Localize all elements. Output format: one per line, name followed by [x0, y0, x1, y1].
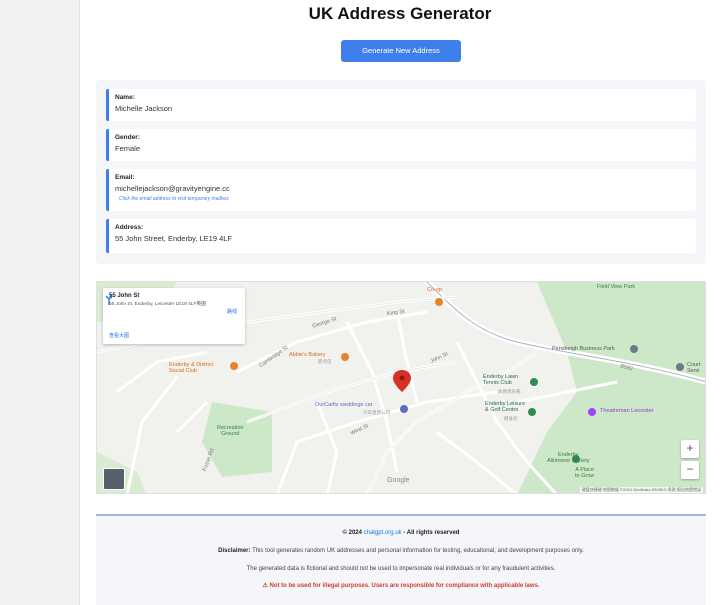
generate-new-address-button[interactable]: Generate New Address: [341, 40, 461, 62]
map-label-bakery: Abbie's Bakery: [289, 352, 326, 358]
name-value[interactable]: Michelle Jackson: [115, 104, 696, 113]
email-mailbox-link[interactable]: Click the email address to visit tempora…: [119, 196, 696, 202]
fictional-data-notice: The generated data is fictional and shou…: [246, 566, 556, 572]
left-sidebar-strip: [0, 0, 80, 605]
main-content: UK Address Generator Generate New Addres…: [80, 0, 720, 605]
copyright-prefix: © 2024: [342, 530, 362, 536]
name-label: Name:: [115, 94, 135, 101]
address-card: Address: 55 John Street, Enderby, LE19 4…: [106, 219, 696, 253]
map-label-recreation: Recreation Ground: [217, 425, 244, 437]
map-label-allotment: Enderby Allotment Society: [547, 452, 590, 464]
map-label-enderby-leisure-cn: 健身房: [504, 416, 518, 421]
map-label-a-place: A Place to Grow: [575, 467, 595, 479]
site-footer: © 2024 chatgpt.org.uk - All rights reser…: [96, 514, 706, 605]
disclaimer-line: Disclaimer: This tool generates random U…: [96, 548, 706, 554]
map-label-bakery-cn: 糕点店: [318, 359, 332, 364]
page-title: UK Address Generator: [308, 4, 492, 23]
result-panel: Name: Michelle Jackson Gender: Female Em…: [96, 80, 706, 264]
address-label: Address:: [115, 224, 144, 231]
email-label: Email:: [115, 174, 135, 181]
disclaimer-label: Disclaimer:: [218, 548, 251, 554]
disclaimer-text: This tool generates random UK addresses …: [252, 548, 584, 554]
directions-icon[interactable]: [103, 294, 115, 306]
map-place-card: 55 John St 55 John St, Enderby, Leiceste…: [103, 288, 245, 344]
map-label-enderby-leisure: Enderby Leisure & Golf Centre: [485, 401, 526, 413]
map-label-ourcarfix: OurCarfix weddings car: [315, 402, 373, 408]
embedded-map[interactable]: Field View Park Pensbeigh Business Park …: [96, 281, 706, 494]
copyright-line: © 2024 chatgpt.org.uk - All rights reser…: [96, 530, 706, 536]
name-card: Name: Michelle Jackson: [106, 89, 696, 121]
map-attribution[interactable]: 键盘快捷键 地图数据 ©2024 GeoBasis-DE/BKG 条款 报告地图…: [579, 487, 703, 493]
map-label-enderby-lawn-cn: 体育俱乐部: [498, 389, 521, 394]
gender-value[interactable]: Female: [115, 144, 696, 153]
copyright-suffix: - All rights reserved: [403, 530, 460, 536]
map-label-pensbeigh: Pensbeigh Business Park: [552, 346, 615, 352]
zoom-in-button[interactable]: +: [681, 440, 699, 458]
map-label-enderby-lawn: Enderby Lawn Tennis Club: [483, 374, 519, 386]
gender-label: Gender:: [115, 134, 140, 141]
satellite-toggle-thumbnail[interactable]: [103, 468, 125, 490]
site-link[interactable]: chatgpt.org.uk: [364, 530, 402, 536]
email-card: Email: michellejackson@gravityengine.cc …: [106, 169, 696, 211]
map-label-field-view-park: Field View Park: [597, 284, 636, 290]
map-label-theatre: Theatreman Leicester: [600, 408, 654, 414]
map-label-ourcarfix-cn: 汽车租赁公司: [363, 410, 390, 415]
zoom-out-button[interactable]: −: [681, 461, 699, 479]
map-place-subtitle: 55 John St, Enderby, Leicester LE19 4LF英…: [109, 302, 206, 307]
google-logo: Google: [387, 477, 410, 484]
map-label-enderby-social: Enderby & District Social Club: [169, 362, 214, 374]
gender-card: Gender: Female: [106, 129, 696, 161]
address-value[interactable]: 55 John Street, Enderby, LE19 4LF: [115, 234, 696, 243]
view-larger-map-link[interactable]: 查看大图: [109, 332, 129, 339]
map-label-co-op: Co-op: [427, 287, 442, 293]
illegal-use-warning: ⚠ Not to be used for illegal purposes. U…: [262, 583, 540, 589]
map-place-title: 55 John St: [109, 293, 140, 299]
directions-link[interactable]: 路线: [227, 308, 237, 315]
map-label-court: Court Servi: [687, 362, 701, 374]
email-value[interactable]: michellejackson@gravityengine.cc: [115, 184, 696, 193]
